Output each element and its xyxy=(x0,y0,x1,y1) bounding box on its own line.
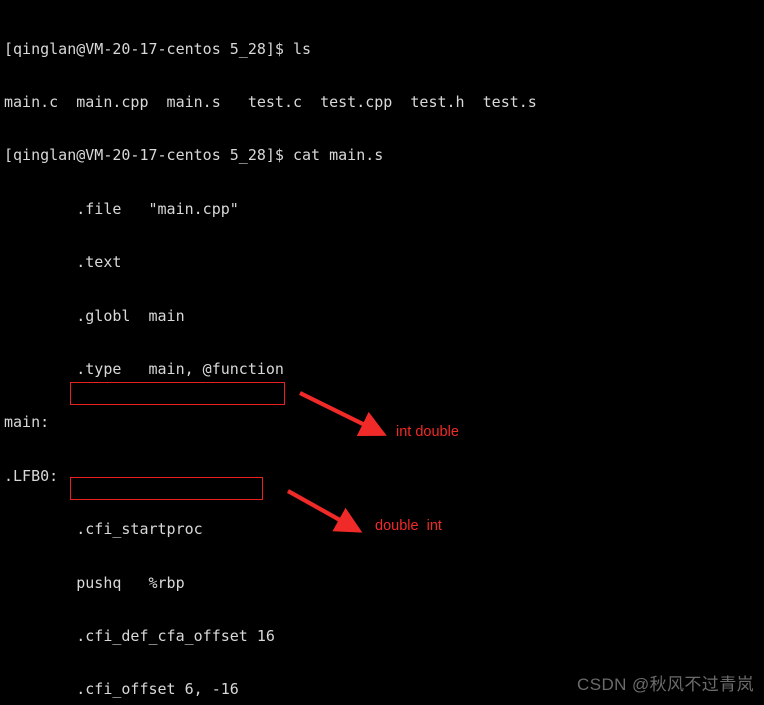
terminal-line: [qinglan@VM-20-17-centos 5_28]$ cat main… xyxy=(4,146,384,165)
terminal-line: main: xyxy=(4,413,50,432)
terminal-line: .file "main.cpp" xyxy=(4,199,239,218)
terminal-line: .LFB0: xyxy=(4,466,59,485)
terminal-line: .globl main xyxy=(4,306,185,325)
terminal-line: main.c main.cpp main.s test.c test.cpp t… xyxy=(4,92,537,111)
terminal-window: [qinglan@VM-20-17-centos 5_28]$ ls main.… xyxy=(0,0,764,705)
terminal-line: .cfi_startproc xyxy=(4,520,203,539)
watermark: CSDN @秋风不过青岚 xyxy=(577,675,754,694)
terminal-output[interactable]: [qinglan@VM-20-17-centos 5_28]$ ls main.… xyxy=(0,0,764,705)
terminal-line: .text xyxy=(4,253,122,272)
terminal-line: pushq %rbp xyxy=(4,573,185,592)
terminal-line: .type main, @function xyxy=(4,359,284,378)
terminal-line: [qinglan@VM-20-17-centos 5_28]$ ls xyxy=(4,39,312,58)
terminal-line: .cfi_def_cfa_offset 16 xyxy=(4,626,275,645)
